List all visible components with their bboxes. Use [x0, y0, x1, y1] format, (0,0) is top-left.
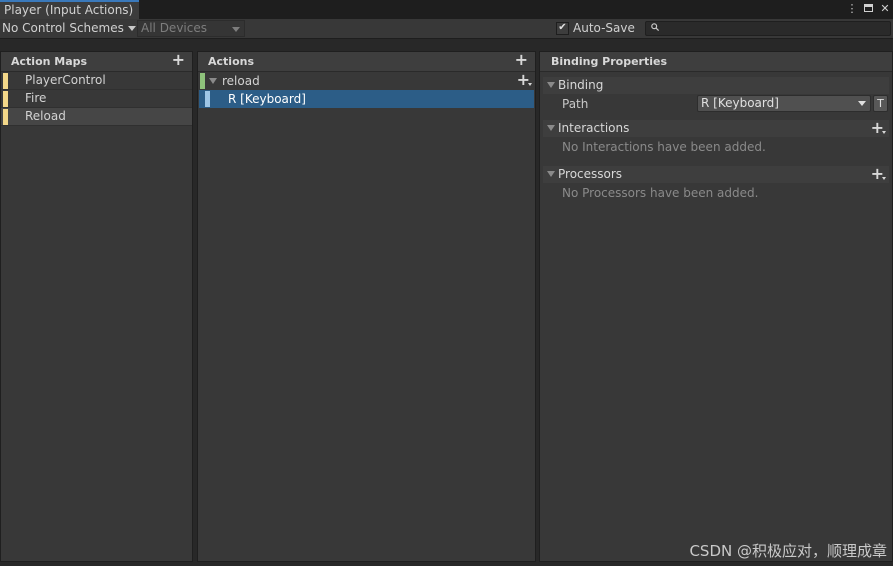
action-map-label: PlayerControl — [25, 73, 106, 87]
action-maps-header: Action Maps + — [1, 51, 192, 72]
binding-color-bar — [205, 91, 210, 107]
processors-section-header[interactable]: Processors + — [543, 166, 889, 183]
text-mode-button[interactable]: T — [873, 95, 888, 112]
close-icon[interactable]: ✕ — [879, 2, 891, 15]
action-color-bar — [200, 73, 205, 89]
processors-section-title: Processors — [558, 167, 623, 181]
chevron-down-icon — [232, 27, 240, 32]
path-value: R [Keyboard] — [701, 96, 779, 110]
action-map-color-bar — [3, 73, 8, 89]
toolbar: No Control Schemes All Devices ✔ Auto-Sa… — [0, 19, 893, 39]
control-scheme-label: No Control Schemes — [2, 21, 124, 35]
auto-save-toggle[interactable]: ✔ Auto-Save — [556, 21, 635, 35]
interactions-section-title: Interactions — [558, 121, 630, 135]
auto-save-label: Auto-Save — [573, 21, 635, 35]
auto-save-checkbox[interactable]: ✔ — [556, 21, 569, 35]
window-tab[interactable]: Player (Input Actions) — [0, 0, 139, 19]
actions-header: Actions + — [198, 51, 535, 72]
window-tab-bar: Player (Input Actions) ⋮ ✕ — [0, 0, 893, 19]
collapse-triangle-icon[interactable] — [547, 82, 555, 88]
add-binding-icon[interactable]: + — [517, 72, 533, 88]
binding-item-selected[interactable]: R [Keyboard] — [199, 90, 534, 108]
maximize-icon[interactable] — [864, 4, 873, 12]
actions-title: Actions — [208, 55, 254, 68]
binding-label: R [Keyboard] — [228, 92, 306, 106]
processors-empty-message: No Processors have been added. — [562, 186, 759, 200]
interactions-section-header[interactable]: Interactions + — [543, 120, 889, 137]
devices-label: All Devices — [141, 21, 207, 35]
path-label: Path — [562, 97, 589, 111]
path-dropdown[interactable]: R [Keyboard] — [697, 95, 871, 112]
collapse-triangle-icon[interactable] — [547, 125, 555, 131]
actions-panel: Actions + reload + R [Keyboard] — [197, 51, 536, 562]
action-map-label: Fire — [25, 91, 47, 105]
action-map-item-selected[interactable]: Reload — [1, 108, 192, 126]
more-options-icon[interactable]: ⋮ — [846, 2, 858, 15]
action-map-color-bar — [3, 109, 8, 125]
binding-properties-title: Binding Properties — [551, 55, 668, 68]
path-property-row: Path R [Keyboard] T — [540, 94, 892, 114]
binding-properties-header: Binding Properties — [540, 52, 892, 72]
control-scheme-dropdown[interactable]: No Control Schemes — [2, 21, 136, 35]
action-item[interactable]: reload + — [198, 72, 535, 90]
search-input[interactable] — [645, 21, 891, 36]
binding-properties-panel: Binding Properties Binding Path R [Keybo… — [539, 51, 893, 562]
action-map-item[interactable]: Fire — [1, 90, 192, 108]
action-map-label: Reload — [25, 109, 66, 123]
collapse-triangle-icon[interactable] — [547, 171, 555, 177]
add-action-map-icon[interactable]: + — [172, 51, 185, 69]
search-icon — [651, 23, 660, 34]
add-interaction-icon[interactable]: + — [871, 120, 887, 136]
binding-section-title: Binding — [558, 78, 604, 92]
action-maps-title: Action Maps — [11, 55, 88, 68]
expand-triangle-icon[interactable] — [209, 78, 217, 84]
add-action-icon[interactable]: + — [515, 51, 528, 69]
chevron-down-icon — [127, 26, 136, 31]
add-processor-icon[interactable]: + — [871, 166, 887, 182]
action-maps-panel: Action Maps + PlayerControl Fire Reload — [0, 51, 193, 562]
watermark-text: CSDN @积极应对，顺理成章 — [689, 542, 887, 560]
interactions-empty-message: No Interactions have been added. — [562, 140, 766, 154]
action-map-item[interactable]: PlayerControl — [1, 72, 192, 90]
action-label: reload — [222, 74, 260, 88]
devices-dropdown[interactable]: All Devices — [137, 20, 245, 37]
window-controls: ⋮ ✕ — [846, 2, 891, 15]
binding-section-header[interactable]: Binding — [543, 77, 889, 94]
action-map-color-bar — [3, 91, 8, 107]
chevron-down-icon — [858, 101, 866, 106]
